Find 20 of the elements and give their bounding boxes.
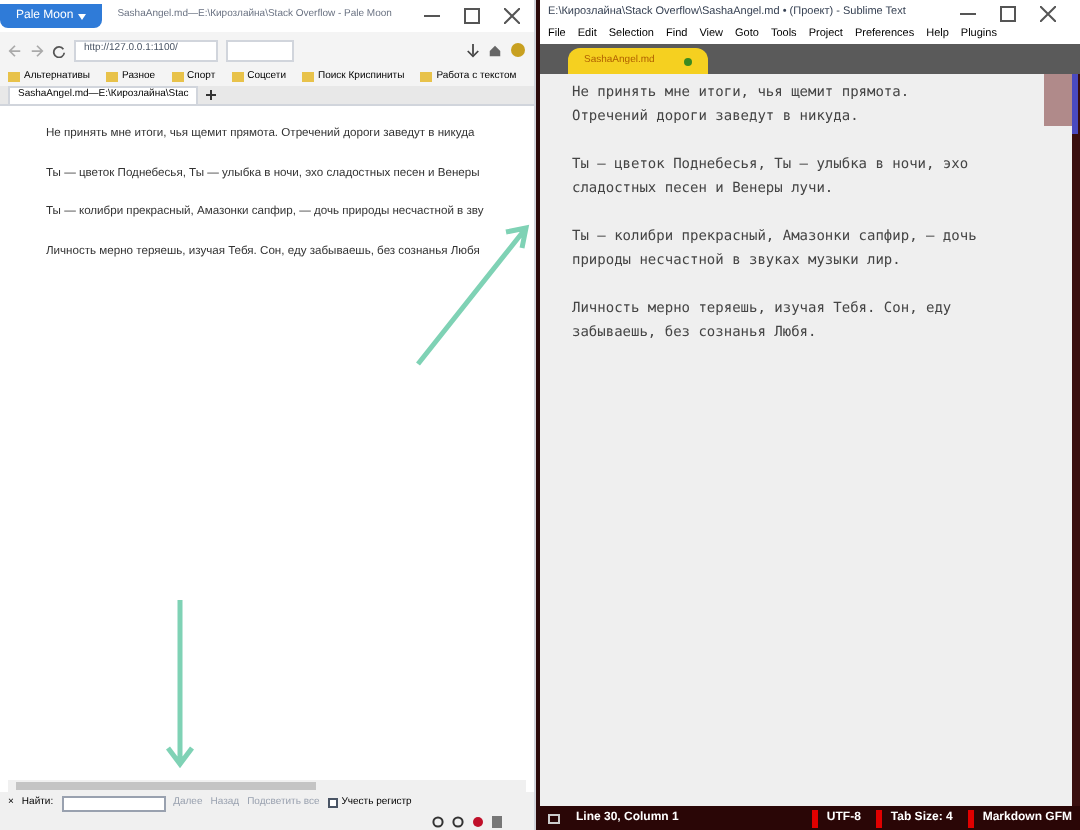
find-field[interactable]	[61, 795, 166, 811]
folder-icon	[106, 72, 119, 82]
new-tab-icon[interactable]	[206, 90, 217, 100]
caret-icon	[77, 13, 86, 19]
folder-icon	[8, 72, 20, 82]
reload-icon[interactable]	[52, 43, 66, 57]
vertical-scrollbar[interactable]	[1072, 74, 1078, 134]
search-field[interactable]	[226, 39, 294, 61]
folder-icon	[231, 72, 244, 82]
close-icon[interactable]	[503, 8, 520, 24]
horizontal-scrollbar[interactable]	[8, 780, 526, 792]
maximize-icon[interactable]	[1000, 5, 1016, 21]
folder-icon	[171, 72, 184, 82]
maximize-icon[interactable]	[463, 8, 480, 24]
folder-icon	[420, 72, 433, 82]
panel-icon[interactable]	[548, 813, 560, 823]
close-icon[interactable]	[1040, 5, 1056, 21]
download-icon[interactable]	[466, 43, 480, 57]
folder-icon	[302, 72, 315, 82]
home-icon[interactable]	[488, 43, 502, 57]
